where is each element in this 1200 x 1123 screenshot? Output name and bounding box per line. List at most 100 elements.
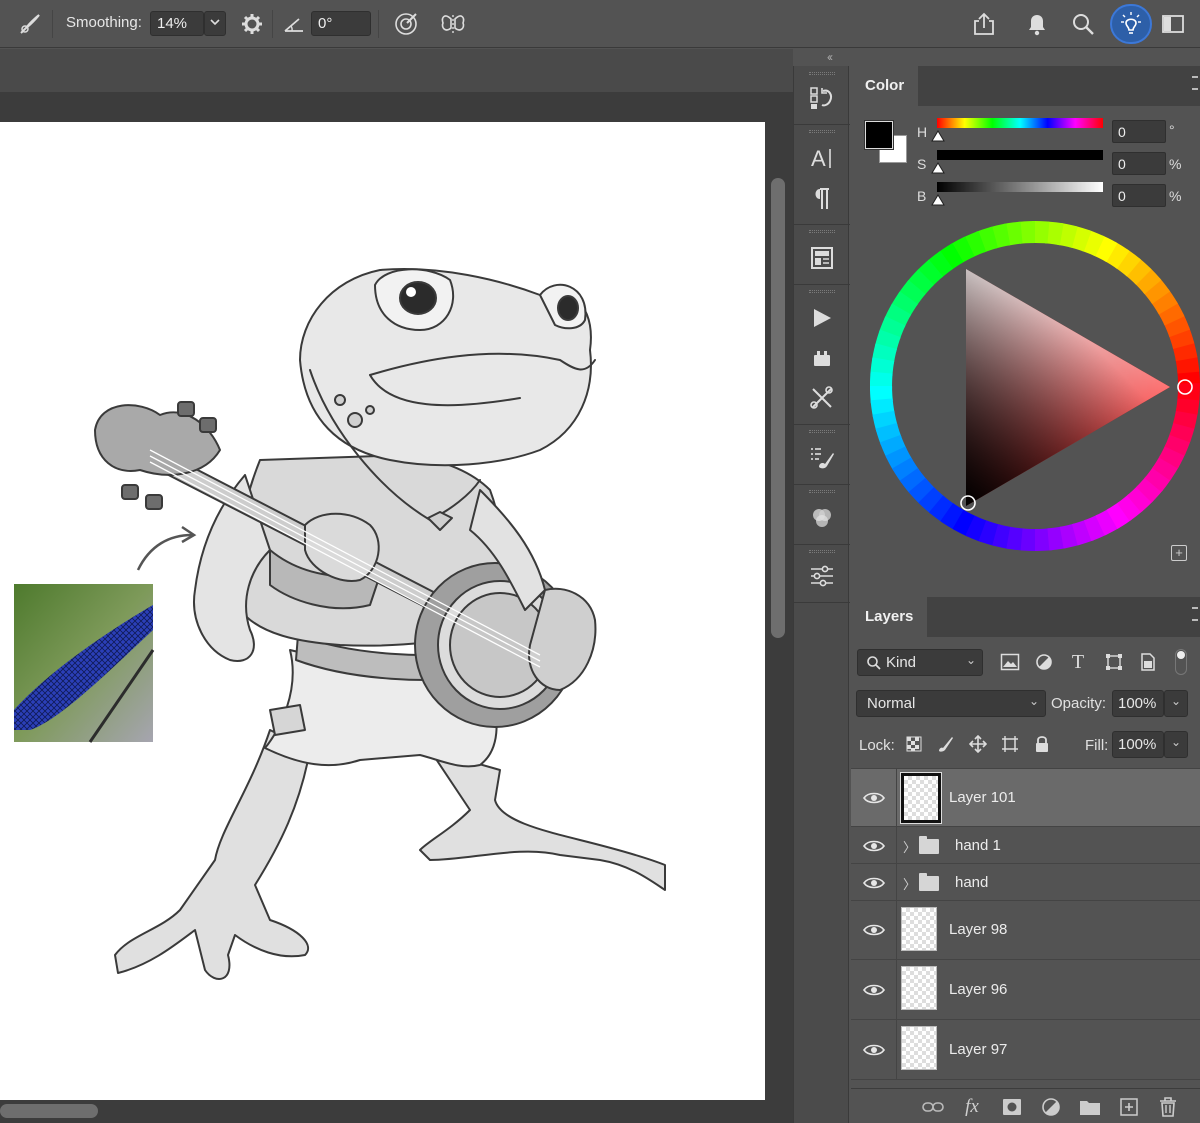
brightness-input[interactable]: 0 <box>1112 184 1166 207</box>
smoothing-input[interactable]: 14% <box>150 11 204 36</box>
adjustments-icon[interactable] <box>806 560 838 592</box>
layer-name[interactable]: Layer 101 <box>949 789 1016 806</box>
collapse-panels-icon[interactable]: ‹‹ <box>827 50 833 64</box>
layer-group-row[interactable]: 〉 hand <box>851 864 1200 901</box>
layer-row[interactable]: Layer 98 <box>851 901 1200 960</box>
layer-style-fx-icon[interactable]: fx <box>961 1096 983 1118</box>
panel-menu-icon[interactable] <box>1192 607 1198 621</box>
layer-name[interactable]: Layer 96 <box>949 981 1007 998</box>
lock-all-icon[interactable] <box>1031 733 1053 755</box>
fill-dropdown[interactable]: ⌄ <box>1164 731 1188 758</box>
saturation-input[interactable]: 0 <box>1112 152 1166 175</box>
lock-artboard-icon[interactable] <box>999 733 1021 755</box>
brush-tool-icon[interactable] <box>14 8 46 40</box>
type-layer-filter-icon[interactable]: T <box>1067 651 1089 673</box>
eye-icon[interactable] <box>863 923 885 937</box>
layer-name[interactable]: Layer 98 <box>949 921 1007 938</box>
search-icon[interactable] <box>1067 8 1099 40</box>
opacity-label: Opacity: <box>1051 695 1107 712</box>
new-group-icon[interactable] <box>1079 1096 1101 1118</box>
frog-banjo-drawing <box>14 268 666 980</box>
fill-input[interactable]: 100% <box>1112 731 1164 758</box>
fill-label: Fill: <box>1085 737 1109 754</box>
hue-slider[interactable] <box>937 118 1103 128</box>
vertical-scrollbar[interactable] <box>771 178 785 638</box>
layer-thumbnail <box>901 907 937 951</box>
layer-name[interactable]: Layer 97 <box>949 1041 1007 1058</box>
bell-icon[interactable] <box>1021 8 1053 40</box>
chevron-down-icon: ⌄ <box>965 653 976 667</box>
layer-row[interactable]: Layer 97 <box>851 1020 1200 1080</box>
pressure-icon[interactable] <box>390 8 422 40</box>
link-layers-icon[interactable] <box>922 1096 944 1118</box>
eye-icon[interactable] <box>863 983 885 997</box>
saturation-slider[interactable] <box>937 150 1103 160</box>
eye-icon[interactable] <box>863 839 885 853</box>
channels-icon[interactable] <box>806 502 838 534</box>
plugins-icon[interactable] <box>806 342 838 374</box>
history-icon[interactable] <box>806 82 838 114</box>
brightness-slider-thumb[interactable] <box>931 194 945 206</box>
trash-icon[interactable] <box>1157 1096 1179 1118</box>
hue-input[interactable]: 0 <box>1112 120 1166 143</box>
hue-slider-thumb[interactable] <box>931 130 945 142</box>
layer-filter-kind-select[interactable]: Kind ⌄ <box>857 649 983 676</box>
workspace-icon[interactable] <box>1157 8 1189 40</box>
shape-layer-filter-icon[interactable] <box>1103 651 1125 673</box>
paragraph-icon[interactable] <box>806 182 838 214</box>
tab-layers[interactable]: Layers <box>851 597 928 637</box>
folder-icon <box>919 873 939 891</box>
svg-text:A: A <box>811 146 826 171</box>
smoothing-dropdown[interactable] <box>204 11 226 36</box>
eye-icon[interactable] <box>863 791 885 805</box>
share-icon[interactable] <box>968 8 1000 40</box>
saturation-slider-thumb[interactable] <box>931 162 945 174</box>
lock-transparent-pixels-icon[interactable] <box>903 733 925 755</box>
layer-group-row[interactable]: 〉 hand 1 <box>851 827 1200 864</box>
artboard[interactable] <box>0 122 765 1100</box>
new-adjustment-layer-icon[interactable] <box>1040 1096 1062 1118</box>
angle-input[interactable]: 0° <box>311 11 371 36</box>
tab-color[interactable]: Color <box>851 66 919 106</box>
panel-menu-icon[interactable] <box>1192 76 1198 90</box>
add-swatch-icon[interactable]: + <box>1171 545 1187 561</box>
gear-icon[interactable] <box>236 8 268 40</box>
folder-icon <box>919 836 939 854</box>
blend-mode-value: Normal <box>867 695 916 712</box>
filter-toggle[interactable] <box>1175 649 1187 675</box>
discover-button[interactable] <box>1110 4 1152 44</box>
horizontal-scrollbar[interactable] <box>0 1104 98 1118</box>
eye-icon[interactable] <box>863 1043 885 1057</box>
brush-settings-icon[interactable] <box>806 442 838 474</box>
foreground-color-swatch[interactable] <box>864 120 894 150</box>
layer-row[interactable]: Layer 101 <box>851 769 1200 827</box>
color-wheel[interactable] <box>870 221 1200 551</box>
smoothing-label: Smoothing: <box>66 14 142 31</box>
pixel-layer-filter-icon[interactable] <box>999 651 1021 673</box>
blend-mode-select[interactable]: Normal ⌄ <box>856 690 1046 717</box>
lock-position-icon[interactable] <box>967 733 989 755</box>
panel-icon-dock: A <box>793 66 850 1123</box>
symmetry-icon[interactable] <box>437 8 469 40</box>
lock-image-pixels-icon[interactable] <box>935 733 957 755</box>
add-mask-icon[interactable] <box>1001 1096 1023 1118</box>
character-icon[interactable]: A <box>806 142 838 174</box>
eye-icon[interactable] <box>863 876 885 890</box>
opacity-dropdown[interactable]: ⌄ <box>1164 690 1188 717</box>
layer-name[interactable]: hand <box>955 874 988 891</box>
tools-icon[interactable] <box>806 382 838 414</box>
layer-row[interactable]: Layer 96 <box>851 960 1200 1020</box>
brightness-slider[interactable] <box>937 182 1103 192</box>
chevron-right-icon[interactable]: 〉 <box>903 874 916 893</box>
chevron-down-icon <box>210 19 220 26</box>
chevron-right-icon[interactable]: 〉 <box>903 837 916 856</box>
layer-name[interactable]: hand 1 <box>955 837 1001 854</box>
actions-play-icon[interactable] <box>806 302 838 334</box>
reference-photo <box>14 584 155 743</box>
glyphs-icon[interactable] <box>806 242 838 274</box>
smart-object-filter-icon[interactable] <box>1137 651 1159 673</box>
opacity-input[interactable]: 100% <box>1112 690 1164 717</box>
adjustment-layer-filter-icon[interactable] <box>1033 651 1055 673</box>
new-layer-icon[interactable] <box>1118 1096 1140 1118</box>
hue-label: H <box>917 124 928 140</box>
